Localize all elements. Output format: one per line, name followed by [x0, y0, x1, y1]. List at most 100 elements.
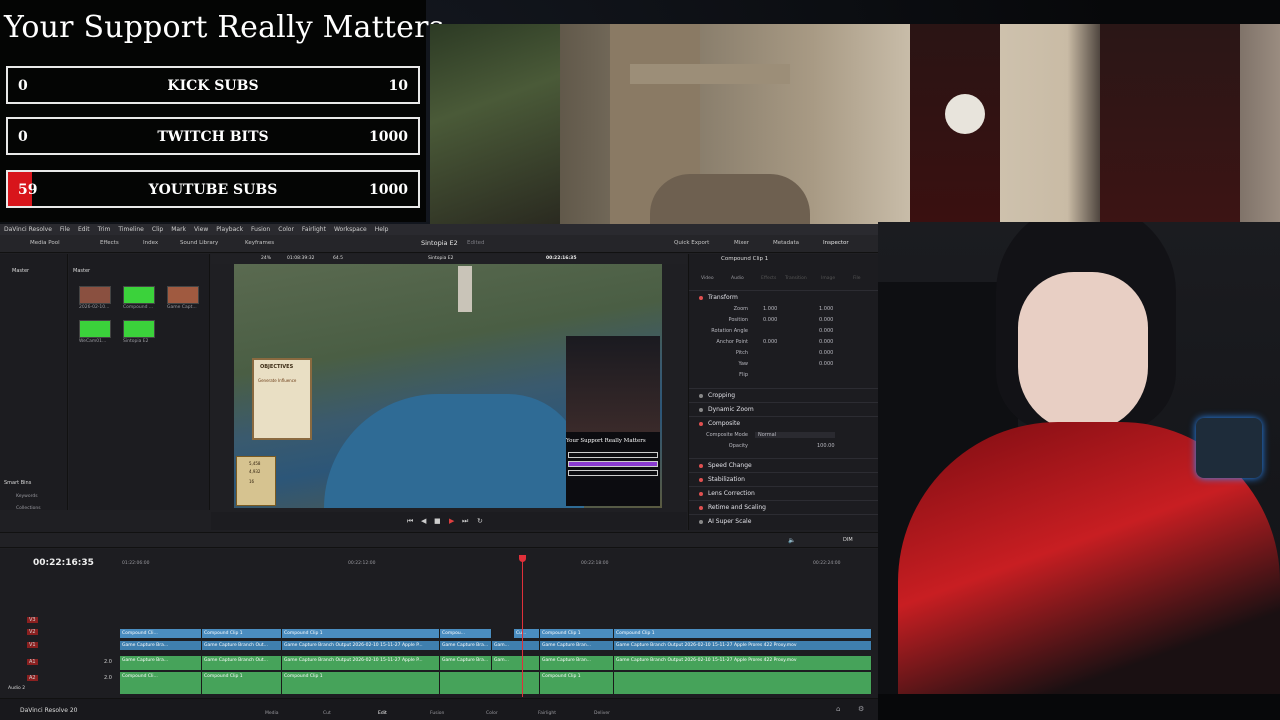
page-media[interactable]: Media — [265, 711, 279, 716]
audio-clip[interactable]: Game Capture Branch Output 2026-02-10 15… — [614, 656, 872, 670]
audio-clip[interactable]: Compound Cli... — [120, 672, 202, 694]
tab-transition[interactable]: Transition — [785, 276, 807, 281]
enabled-dot-icon[interactable] — [699, 491, 703, 496]
loop-icon[interactable]: ↻ — [477, 517, 483, 525]
skip-back-icon[interactable]: ⏮ — [407, 517, 413, 526]
param-y[interactable]: 0.000 — [819, 339, 833, 345]
menu-view[interactable]: View — [194, 226, 208, 233]
home-icon[interactable]: ⌂ — [836, 705, 840, 713]
tab-audio[interactable]: Audio — [731, 276, 744, 281]
audio-clip[interactable] — [614, 672, 872, 694]
page-edit[interactable]: Edit — [378, 711, 387, 716]
timeline-clip[interactable]: Compound Clip 1 — [282, 629, 440, 638]
menu-file[interactable]: File — [60, 226, 70, 233]
tab-image[interactable]: Image — [821, 276, 835, 281]
menu-help[interactable]: Help — [375, 226, 389, 233]
timeline-clip[interactable]: Game Capture Branch Output 2026-02-10 15… — [282, 641, 440, 650]
inspector-button[interactable]: Inspector — [823, 240, 849, 246]
speaker-icon[interactable]: 🔈 — [788, 537, 795, 544]
menu-fusion[interactable]: Fusion — [251, 226, 270, 233]
timeline-clip[interactable]: Compou... — [440, 629, 492, 638]
page-color[interactable]: Color — [486, 711, 498, 716]
effects-button[interactable]: Effects — [100, 240, 119, 246]
index-button[interactable]: Index — [143, 240, 158, 246]
media-pool-button[interactable]: Media Pool — [30, 240, 60, 246]
menu-playback[interactable]: Playback — [216, 226, 243, 233]
keywords-item[interactable]: Keywords — [16, 494, 38, 499]
section-speed-change[interactable]: Speed Change — [689, 458, 878, 471]
menu-mark[interactable]: Mark — [171, 226, 186, 233]
play-icon[interactable]: ▶ — [449, 517, 454, 525]
section-composite[interactable]: Composite — [689, 416, 878, 429]
page-deliver[interactable]: Deliver — [594, 711, 610, 716]
timeline-clip[interactable]: Game Capture Bra... — [120, 641, 202, 650]
page-cut[interactable]: Cut — [323, 711, 331, 716]
clip-thumbnail[interactable] — [79, 320, 111, 338]
page-fairlight[interactable]: Fairlight — [538, 711, 556, 716]
stop-icon[interactable]: ■ — [434, 517, 441, 525]
section-cropping[interactable]: Cropping — [689, 388, 878, 401]
param-x[interactable]: 0.000 — [763, 339, 777, 345]
viewer-zoom[interactable]: 24% — [261, 256, 271, 261]
menu-color[interactable]: Color — [278, 226, 294, 233]
opacity-value[interactable]: 100.00 — [817, 443, 835, 449]
quick-export-button[interactable]: Quick Export — [674, 240, 709, 246]
menu-fairlight[interactable]: Fairlight — [302, 226, 326, 233]
timeline-clip[interactable]: Compound Clip 1 — [540, 629, 614, 638]
audio-clip[interactable]: Compound Clip 1 — [282, 672, 440, 694]
collections-item[interactable]: Collections — [16, 506, 41, 511]
section-stabilization[interactable]: Stabilization — [689, 472, 878, 485]
skip-forward-icon[interactable]: ⏭ — [462, 517, 468, 526]
keyframes-button[interactable]: Keyframes — [245, 240, 274, 246]
timeline-clip[interactable]: Compound Clip 1 — [202, 629, 282, 638]
playhead[interactable] — [522, 555, 523, 697]
dim-button[interactable]: DIM — [843, 537, 853, 543]
timeline-clip[interactable]: Game Capture Branch Output 2026-02-10 15… — [614, 641, 872, 650]
param-y[interactable]: 1.000 — [819, 306, 833, 312]
timeline-clip[interactable]: Game Capture Bra... — [440, 641, 492, 650]
menu-trim[interactable]: Trim — [98, 226, 111, 233]
menu-edit[interactable]: Edit — [78, 226, 90, 233]
play-reverse-icon[interactable]: ◀ — [421, 517, 426, 525]
clip-thumbnail[interactable] — [167, 286, 199, 304]
param-x[interactable]: 0.000 — [763, 317, 777, 323]
audio-clip[interactable]: Compound Clip 1 — [540, 672, 614, 694]
clip-thumbnail[interactable] — [123, 320, 155, 338]
audio-clip[interactable]: Gam... — [492, 656, 540, 670]
param-value[interactable]: 0.000 — [819, 350, 833, 356]
enabled-dot-icon[interactable] — [699, 407, 703, 412]
enabled-dot-icon[interactable] — [699, 295, 703, 300]
param-x[interactable]: 1.000 — [763, 306, 777, 312]
sound-library-button[interactable]: Sound Library — [180, 240, 218, 246]
mixer-button[interactable]: Mixer — [734, 240, 749, 246]
enabled-dot-icon[interactable] — [699, 477, 703, 482]
tab-file[interactable]: File — [853, 276, 861, 281]
menu-workspace[interactable]: Workspace — [334, 226, 367, 233]
timeline-clip[interactable]: Cu... — [514, 629, 540, 638]
timeline-clip[interactable]: Compound Cli... — [120, 629, 202, 638]
menu-timeline[interactable]: Timeline — [118, 226, 144, 233]
audio-clip[interactable] — [440, 672, 540, 694]
audio-clip[interactable]: Game Capture Branch Output 2026-02-10 15… — [282, 656, 440, 670]
viewer-timeline-name[interactable]: Sintopia E2 — [428, 256, 453, 261]
enabled-dot-icon[interactable] — [699, 519, 703, 524]
param-value[interactable]: 0.000 — [819, 361, 833, 367]
timeline-clip[interactable]: Compound Clip 1 — [614, 629, 872, 638]
tab-video[interactable]: Video — [701, 276, 714, 281]
clip-thumbnail[interactable] — [79, 286, 111, 304]
menu-clip[interactable]: Clip — [152, 226, 163, 233]
param-y[interactable]: 0.000 — [819, 317, 833, 323]
playhead-handle[interactable] — [519, 555, 526, 562]
param-value[interactable]: 0.000 — [819, 328, 833, 334]
metadata-button[interactable]: Metadata — [773, 240, 799, 246]
page-fusion[interactable]: Fusion — [430, 711, 444, 716]
section-transform[interactable]: Transform — [689, 290, 878, 303]
section-dynamic-zoom[interactable]: Dynamic Zoom — [689, 402, 878, 415]
enabled-dot-icon[interactable] — [699, 505, 703, 510]
audio-clip[interactable]: Compound Clip 1 — [202, 672, 282, 694]
enabled-dot-icon[interactable] — [699, 463, 703, 468]
tab-effects[interactable]: Effects — [761, 276, 776, 281]
audio-clip[interactable]: Game Capture Branch Out... — [202, 656, 282, 670]
composite-mode-select[interactable]: Normal — [755, 432, 835, 438]
timeline-clip[interactable]: Game Capture Branch Out... — [202, 641, 282, 650]
